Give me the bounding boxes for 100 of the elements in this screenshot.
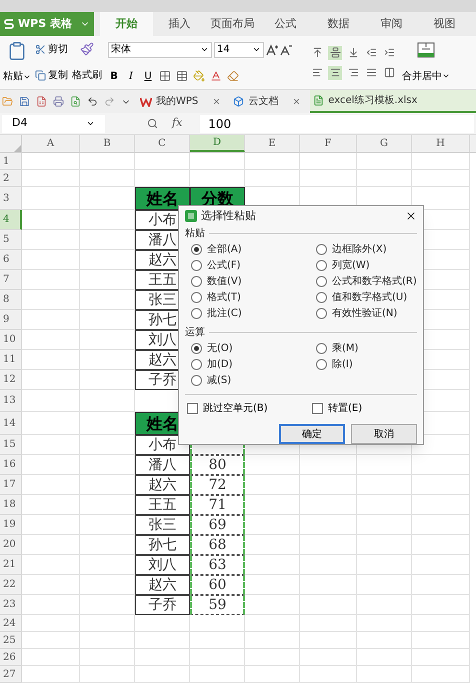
close-tab-icon[interactable] [292, 97, 302, 106]
row-number[interactable]: 21 [0, 555, 22, 575]
grow-font-icon[interactable] [266, 44, 278, 56]
radio-button[interactable] [316, 260, 327, 271]
paste-icon[interactable] [7, 41, 27, 61]
copy-button[interactable]: 复制 [35, 68, 68, 83]
row-number[interactable]: 15 [0, 435, 22, 455]
row-number[interactable]: 19 [0, 515, 22, 535]
row-number[interactable]: 6 [0, 250, 22, 270]
radio-button[interactable] [316, 308, 327, 319]
column-header[interactable]: G [357, 135, 412, 152]
formula-field[interactable]: 100 [200, 114, 474, 132]
menu-tab[interactable]: 插入 [153, 12, 206, 36]
fill-color-icon[interactable] [193, 70, 205, 82]
row-number[interactable]: 22 [0, 575, 22, 595]
caret-icon[interactable] [200, 45, 209, 54]
scissors-icon[interactable] [35, 44, 46, 55]
row-number[interactable]: 17 [0, 475, 22, 495]
merge-center-button[interactable]: 合并居中 [402, 68, 450, 84]
row-number[interactable]: 27 [0, 666, 22, 683]
row-number[interactable]: 23 [0, 595, 22, 615]
cut-button[interactable]: 剪切 [35, 42, 68, 57]
row-number[interactable]: 18 [0, 495, 22, 515]
row-number[interactable]: 16 [0, 455, 22, 475]
font-size-select[interactable]: 14 [214, 42, 264, 58]
menu-tab[interactable]: 公式 [259, 12, 312, 36]
border-icon[interactable] [159, 70, 171, 82]
radio-button[interactable] [316, 244, 327, 255]
name-box[interactable]: D4 [2, 114, 105, 132]
row-number[interactable]: 2 [0, 170, 22, 187]
radio-button[interactable] [191, 358, 202, 370]
eraser-icon[interactable] [227, 70, 239, 82]
menu-tab[interactable]: 页面布局 [206, 12, 259, 36]
column-header[interactable]: D [190, 135, 245, 152]
print-icon[interactable] [53, 96, 64, 107]
row-number[interactable]: 9 [0, 310, 22, 330]
row-number[interactable]: 11 [0, 350, 22, 370]
font-color-icon[interactable] [210, 70, 222, 82]
preview-icon[interactable] [70, 96, 81, 107]
radio-button[interactable] [316, 358, 327, 370]
document-tab[interactable]: 云文档 [230, 90, 304, 113]
radio-button[interactable] [191, 374, 202, 386]
menu-tab[interactable]: 审阅 [365, 12, 418, 36]
row-number[interactable]: 1 [0, 153, 22, 170]
radio-button[interactable] [191, 276, 202, 287]
close-icon[interactable] [405, 210, 417, 222]
close-tab-icon[interactable] [212, 97, 222, 106]
font-select[interactable]: 宋体 [108, 42, 212, 58]
menu-tab[interactable]: 视图 [418, 12, 471, 36]
radio-button[interactable] [316, 342, 327, 354]
checkbox[interactable] [187, 403, 198, 414]
app-menu-button[interactable]: WPS 表格 [0, 12, 94, 36]
radio-button[interactable] [191, 308, 202, 319]
row-number[interactable]: 5 [0, 230, 22, 250]
brush-icon[interactable] [80, 42, 94, 56]
file-icon[interactable] [36, 96, 47, 107]
row-number[interactable]: 7 [0, 270, 22, 290]
column-header[interactable]: F [300, 135, 357, 152]
checkbox[interactable] [312, 403, 323, 414]
row-number[interactable]: 3 [0, 187, 22, 210]
table-icon[interactable] [176, 70, 188, 82]
paste-button[interactable]: 粘贴 [3, 69, 31, 84]
merge-cells-icon[interactable] [417, 42, 435, 58]
search-icon[interactable] [147, 118, 158, 129]
style-button[interactable]: I [125, 68, 137, 84]
row-number[interactable]: 8 [0, 290, 22, 310]
column-header[interactable]: H [412, 135, 470, 152]
row-number[interactable]: 4 [0, 210, 22, 230]
style-button[interactable]: U [142, 68, 154, 84]
row-number[interactable]: 24 [0, 615, 22, 632]
row-number[interactable]: 26 [0, 649, 22, 666]
row-number[interactable]: 14 [0, 412, 22, 435]
caret-icon[interactable] [442, 72, 450, 80]
distribute-icon[interactable] [382, 66, 396, 80]
format-painter-button[interactable]: 格式刷 [72, 68, 102, 83]
caret-icon[interactable] [86, 119, 95, 128]
row-number[interactable]: 20 [0, 535, 22, 555]
function-label[interactable]: fx [172, 115, 182, 132]
menu-tab[interactable]: 数据 [312, 12, 365, 36]
document-tab[interactable]: 我的WPS [137, 90, 224, 113]
save-icon[interactable] [19, 96, 30, 107]
cancel-button[interactable]: 取消 [351, 424, 417, 444]
document-tab[interactable]: excel练习模板.xlsx [310, 90, 476, 113]
align-center-icon[interactable] [328, 66, 342, 80]
column-header[interactable]: E [245, 135, 300, 152]
ok-button[interactable]: 确定 [279, 424, 345, 444]
row-number[interactable]: 13 [0, 390, 22, 412]
undo-icon[interactable] [87, 96, 98, 107]
radio-button[interactable] [316, 276, 327, 287]
radio-button[interactable] [191, 260, 202, 271]
shrink-font-icon[interactable] [280, 44, 292, 56]
align-middle-icon[interactable] [328, 46, 342, 60]
copy-icon[interactable] [35, 70, 46, 81]
radio-button[interactable] [191, 342, 202, 354]
column-header[interactable]: A [22, 135, 80, 152]
row-number[interactable]: 25 [0, 632, 22, 649]
column-header[interactable]: B [80, 135, 135, 152]
radio-button[interactable] [191, 292, 202, 303]
row-number[interactable]: 12 [0, 370, 22, 390]
row-number[interactable]: 10 [0, 330, 22, 350]
